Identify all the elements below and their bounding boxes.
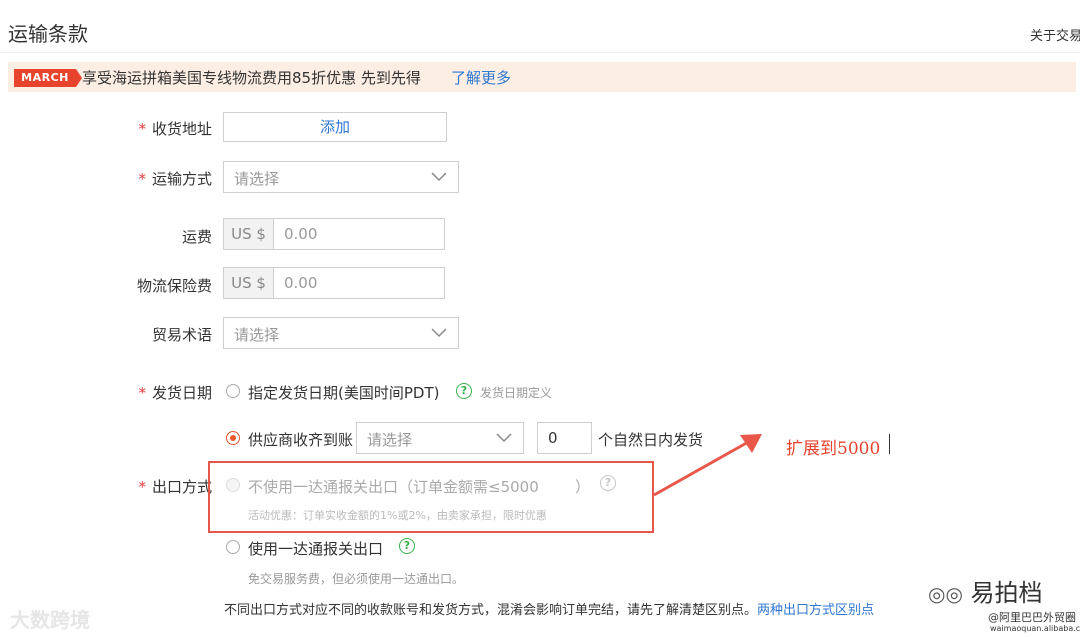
address-label-text: 收货地址	[151, 120, 212, 138]
freight-label: 运费	[181, 228, 212, 246]
ship-date-definition-link[interactable]: 发货日期定义	[480, 384, 552, 401]
no-onetouch-label: 不使用一达通报关出口（订单金额需≤5000	[248, 478, 539, 496]
no-onetouch-radio[interactable]	[226, 478, 240, 492]
insurance-label: 物流保险费	[136, 277, 212, 295]
footer-note-text: 不同出口方式对应不同的收款账号和发货方式，混淆会影响订单完结，请先了解清楚区别点…	[224, 603, 758, 618]
required-mark: *	[138, 170, 146, 188]
header-divider	[0, 52, 1080, 53]
watermark-left: 大数跨境	[10, 608, 90, 632]
watermark-right-handle: @阿里巴巴外贸圈	[986, 609, 1078, 625]
required-mark: *	[138, 384, 146, 402]
ship-date-specific-radio[interactable]	[226, 384, 240, 398]
required-mark: *	[138, 120, 146, 138]
footer-note: 不同出口方式对应不同的收款账号和发货方式，混淆会影响订单完结，请先了解清楚区别点…	[224, 599, 874, 618]
onetouch-radio[interactable]	[226, 540, 240, 554]
shipping-method-select[interactable]: 请选择	[223, 161, 459, 193]
learn-more-link[interactable]: 了解更多	[451, 67, 511, 88]
banner-text: 享受海运拼箱美国专线物流费用85折优惠 先到先得	[82, 69, 421, 87]
chevron-down-icon	[431, 172, 447, 182]
shipping-method-label-text: 运输方式	[151, 170, 212, 188]
onetouch-label[interactable]: 使用一达通报关出口	[248, 538, 383, 559]
ship-date-after-payment-label[interactable]: 供应商收齐到账	[248, 429, 353, 450]
export-difference-link[interactable]: 两种出口方式区别点	[757, 603, 874, 618]
ship-date-after-payment-radio[interactable]	[226, 431, 240, 445]
watermark-right-url: waimaoquan.alibaba.com	[990, 624, 1080, 633]
payment-condition-placeholder: 请选择	[367, 431, 413, 449]
ship-date-label: * 发货日期	[138, 382, 212, 403]
shipping-method-label: * 运输方式	[138, 168, 212, 189]
currency-prefix: US $	[224, 268, 274, 298]
watermark-right-title: ◎◎ 易拍档	[928, 573, 1043, 608]
annotation-text: 扩展到5000	[786, 439, 881, 459]
help-icon[interactable]: ?	[600, 475, 616, 491]
freight-input[interactable]: US $ 0.00	[223, 218, 445, 250]
chevron-down-icon	[496, 433, 512, 443]
trade-terms-placeholder: 请选择	[234, 326, 280, 344]
freight-value: 0.00	[284, 225, 318, 243]
ship-date-specific-label[interactable]: 指定发货日期(美国时间PDT)	[248, 382, 439, 403]
page-title: 运输条款	[8, 22, 88, 46]
watermark-right-title-text: 易拍档	[970, 579, 1043, 607]
insurance-input[interactable]: US $ 0.00	[223, 267, 445, 299]
march-badge: MARCH	[14, 69, 82, 87]
export-method-label: * 出口方式	[138, 476, 212, 497]
required-mark: *	[138, 478, 146, 496]
trade-terms-label: 贸易术语	[151, 326, 212, 344]
trade-terms-select[interactable]: 请选择	[223, 317, 459, 349]
shipping-method-placeholder: 请选择	[234, 170, 280, 188]
ship-date-label-text: 发货日期	[151, 384, 212, 402]
insurance-value: 0.00	[284, 274, 318, 292]
about-trade-link[interactable]: 关于交易	[1030, 25, 1080, 44]
annotation-arrow	[653, 434, 762, 497]
address-label: * 收货地址	[138, 118, 212, 139]
export-method-label-text: 出口方式	[151, 478, 212, 496]
no-onetouch-hint: 活动优惠：订单实收金额的1%或2%，由卖家承担，限时优惠	[248, 509, 547, 522]
add-address-button[interactable]: 添加	[223, 112, 447, 142]
onetouch-hint: 免交易服务费，但必须使用一达通出口。	[248, 572, 465, 586]
help-icon[interactable]: ?	[399, 538, 415, 554]
currency-prefix: US $	[224, 219, 274, 249]
text-cursor	[889, 434, 890, 454]
no-onetouch-close-paren: ）	[575, 478, 591, 496]
promo-banner: MARCH 享受海运拼箱美国专线物流费用85折优惠 先到先得 了解更多	[8, 62, 1076, 92]
payment-condition-select[interactable]: 请选择	[356, 422, 524, 454]
chevron-down-icon	[431, 328, 447, 338]
wechat-icon: ◎◎	[928, 582, 963, 606]
help-icon[interactable]: ?	[456, 383, 472, 399]
days-input[interactable]: 0	[537, 422, 592, 454]
days-value: 0	[548, 429, 558, 447]
